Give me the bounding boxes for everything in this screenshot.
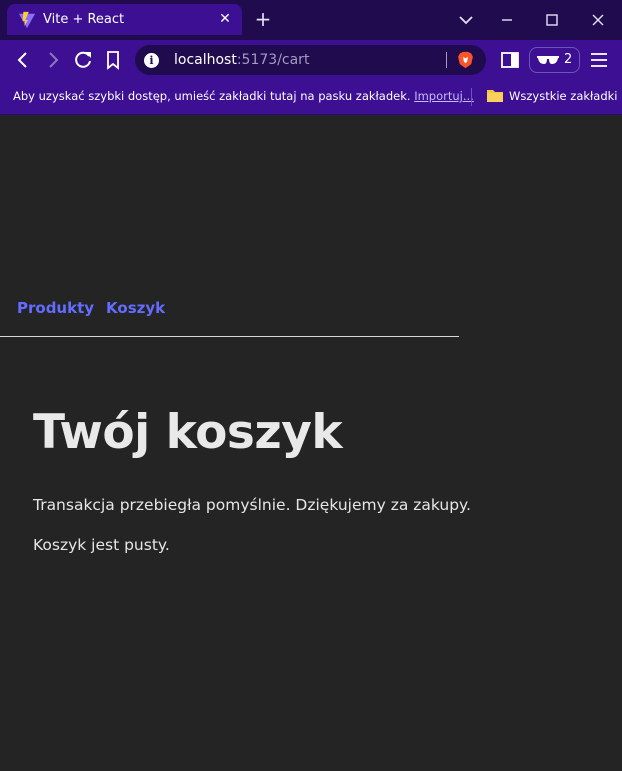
nav-divider xyxy=(0,336,459,337)
minimize-icon[interactable] xyxy=(495,8,519,32)
bookmarks-divider xyxy=(471,88,472,106)
nav-link-cart[interactable]: Koszyk xyxy=(106,299,165,317)
brave-shield-icon[interactable] xyxy=(457,51,474,69)
close-window-icon[interactable] xyxy=(586,8,610,32)
browser-window: Vite + React ✕ + i localhost:5173/cart 2… xyxy=(0,0,622,771)
wallet-count: 2 xyxy=(564,52,573,67)
import-bookmarks-link[interactable]: Importuj... xyxy=(414,89,474,103)
chevron-down-icon[interactable] xyxy=(454,8,478,32)
wallet-button[interactable]: 2 xyxy=(529,47,580,73)
url-text[interactable]: localhost:5173/cart xyxy=(174,52,309,68)
nav-link-products[interactable]: Produkty xyxy=(17,299,94,317)
address-bar[interactable]: i localhost:5173/cart xyxy=(135,45,486,75)
back-arrow-icon[interactable] xyxy=(11,48,35,72)
app-nav: Produkty Koszyk xyxy=(17,299,177,317)
close-icon[interactable]: ✕ xyxy=(216,10,234,28)
plus-icon[interactable]: + xyxy=(252,9,274,31)
wallet-glasses-icon xyxy=(537,56,559,64)
bookmarks-bar-message: Aby uzyskać szybki dostęp, umieść zakład… xyxy=(13,89,474,103)
url-host: localhost xyxy=(174,52,237,68)
tab-strip: Vite + React ✕ + xyxy=(0,0,622,40)
forward-arrow-icon[interactable] xyxy=(41,48,65,72)
sidebar-icon[interactable] xyxy=(498,48,522,72)
bookmark-icon[interactable] xyxy=(101,48,125,72)
tab-title: Vite + React xyxy=(43,12,125,27)
page-title: Twój koszyk xyxy=(33,405,343,460)
menu-icon[interactable] xyxy=(587,48,611,72)
reload-icon[interactable] xyxy=(71,48,95,72)
maximize-icon[interactable] xyxy=(540,8,564,32)
bookmarks-bar: Aby uzyskać szybki dostęp, umieść zakład… xyxy=(0,80,622,115)
vite-logo-icon xyxy=(18,11,36,29)
info-icon[interactable]: i xyxy=(144,53,159,68)
browser-toolbar: i localhost:5173/cart 2 xyxy=(0,40,622,80)
all-bookmarks-button[interactable]: Wszystkie zakładki xyxy=(509,89,618,103)
url-path: :5173/cart xyxy=(236,52,310,68)
address-bar-divider xyxy=(446,52,447,68)
folder-icon xyxy=(487,90,503,102)
bookmarks-hint: Aby uzyskać szybki dostęp, umieść zakład… xyxy=(13,89,411,103)
success-message: Transakcja przebiegła pomyślnie. Dziękuj… xyxy=(33,496,471,514)
page-content: Produkty Koszyk Twój koszyk Transakcja pr… xyxy=(0,115,622,771)
browser-tab[interactable]: Vite + React ✕ xyxy=(7,4,242,35)
empty-cart-message: Koszyk jest pusty. xyxy=(33,536,170,554)
